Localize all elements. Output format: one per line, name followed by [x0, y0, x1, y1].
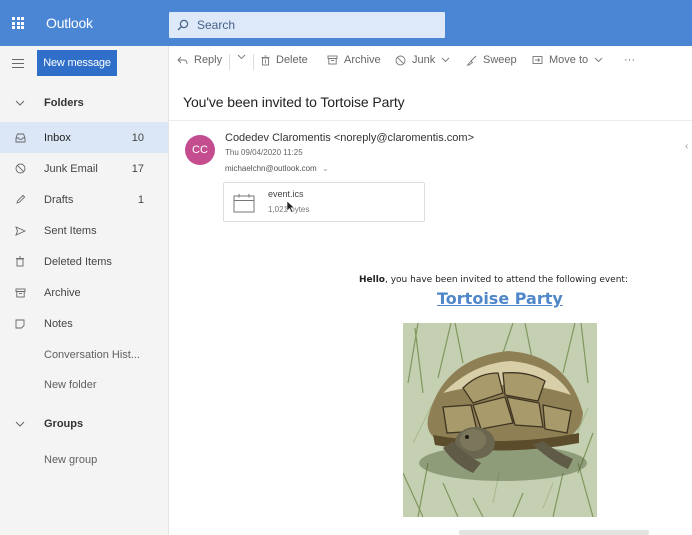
attachment-card[interactable]: event.ics 1,021 bytes — [223, 182, 425, 222]
folders-header[interactable]: Folders — [0, 87, 168, 118]
divider — [169, 120, 692, 121]
new-folder-link[interactable]: New folder — [0, 369, 168, 400]
new-message-button[interactable]: New message — [37, 50, 117, 76]
archive-icon — [327, 55, 338, 65]
archive-button[interactable]: Archive — [327, 54, 381, 66]
reply-options-dropdown[interactable] — [237, 54, 252, 60]
folder-label: Sent Items — [44, 224, 97, 237]
folder-sent-items[interactable]: Sent Items — [0, 215, 168, 246]
mouse-cursor-icon — [286, 200, 296, 213]
unread-count: 17 — [131, 162, 144, 175]
folder-label: Conversation Hist... — [44, 348, 140, 361]
folder-label: Inbox — [44, 131, 71, 144]
folder-label: Notes — [44, 317, 73, 330]
separator — [229, 54, 230, 70]
folder-label: Drafts — [44, 193, 74, 206]
reply-icon — [177, 56, 188, 64]
folder-label: Archive — [44, 286, 81, 299]
tortoise-photo — [403, 323, 597, 517]
attachment-name: event.ics — [268, 189, 304, 199]
chevron-left-icon[interactable]: ‹ — [685, 141, 688, 152]
calendar-icon — [233, 194, 255, 213]
hamburger-menu-icon[interactable] — [12, 59, 24, 71]
waffle-icon — [12, 17, 24, 29]
chevron-down-icon — [441, 57, 450, 63]
trash-icon — [261, 55, 270, 65]
junk-icon — [395, 55, 406, 65]
chevron-down-icon: ⌄ — [321, 164, 329, 173]
folder-deleted-items[interactable]: Deleted Items — [0, 246, 168, 277]
folders-label: Folders — [44, 96, 84, 109]
left-navigation: New message Folders Inbox 10 Junk Email … — [0, 46, 169, 535]
hello-bold: Hello — [359, 275, 385, 285]
search-input[interactable] — [197, 18, 427, 32]
note-icon — [14, 318, 26, 330]
separator — [253, 54, 254, 70]
archive-icon — [14, 287, 26, 299]
junk-button[interactable]: Junk — [395, 54, 456, 66]
invitation-text: Hello, you have been invited to attend t… — [359, 275, 659, 285]
more-actions-button[interactable]: ··· — [624, 54, 635, 66]
message-subject: You've been invited to Tortoise Party — [183, 94, 405, 110]
delete-label: Delete — [276, 54, 308, 66]
unread-count: 1 — [137, 193, 144, 206]
reply-label: Reply — [194, 54, 223, 66]
new-group-link[interactable]: New group — [0, 444, 168, 475]
folder-label: New folder — [44, 378, 97, 391]
folder-archive[interactable]: Archive — [0, 277, 168, 308]
folder-junk-email[interactable]: Junk Email 17 — [0, 153, 168, 184]
folder-drafts[interactable]: Drafts 1 — [0, 184, 168, 215]
folder-inbox[interactable]: Inbox 10 — [0, 122, 168, 153]
new-group-label: New group — [44, 453, 98, 466]
recipient-label: michaelchn@outlook.com — [225, 164, 317, 173]
folder-conversation-history[interactable]: Conversation Hist... — [0, 339, 168, 370]
command-bar: Reply Delete Archive Junk Sweep Move to … — [169, 46, 692, 78]
move-to-button[interactable]: Move to — [532, 54, 609, 66]
inbox-icon — [14, 132, 26, 144]
sweep-button[interactable]: Sweep — [466, 54, 517, 66]
junk-icon — [14, 163, 26, 175]
message-date: Thu 09/04/2020 11:25 — [225, 148, 303, 157]
archive-label: Archive — [344, 54, 381, 66]
chevron-down-icon — [237, 54, 246, 60]
hello-rest: , you have been invited to attend the fo… — [385, 275, 628, 285]
broom-icon — [466, 55, 477, 65]
app-launcher-button[interactable] — [0, 0, 36, 46]
reply-button[interactable]: Reply — [177, 54, 222, 66]
sweep-label: Sweep — [483, 54, 517, 66]
app-title[interactable]: Outlook — [46, 15, 93, 31]
search-icon — [177, 19, 189, 31]
folder-label: Deleted Items — [44, 255, 112, 268]
search-box[interactable] — [169, 12, 445, 38]
reading-pane: You've been invited to Tortoise Party CC… — [169, 78, 692, 535]
unread-count: 10 — [131, 131, 144, 144]
delete-button[interactable]: Delete — [261, 54, 308, 66]
junk-label: Junk — [412, 54, 436, 66]
event-title-link[interactable]: Tortoise Party — [437, 289, 563, 308]
sender-avatar[interactable]: CC — [185, 135, 215, 165]
folder-notes[interactable]: Notes — [0, 308, 168, 339]
sender-name[interactable]: Codedev Claromentis <noreply@claromentis… — [225, 132, 474, 144]
chevron-down-icon — [14, 97, 26, 109]
pencil-icon — [14, 194, 26, 206]
send-icon — [14, 225, 26, 237]
blurred-footer-text — [459, 530, 649, 535]
chevron-down-icon — [14, 418, 26, 430]
move-to-label: Move to — [549, 54, 589, 66]
groups-header[interactable]: Groups — [0, 408, 168, 439]
groups-label: Groups — [44, 417, 84, 430]
trash-icon — [14, 256, 26, 268]
move-to-folder-icon — [532, 56, 543, 64]
chevron-down-icon — [594, 57, 603, 63]
recipient-address[interactable]: michaelchn@outlook.com ⌄ — [225, 164, 329, 173]
folder-label: Junk Email — [44, 162, 98, 175]
top-bar: Outlook — [0, 0, 692, 46]
more-label: ··· — [624, 54, 635, 66]
